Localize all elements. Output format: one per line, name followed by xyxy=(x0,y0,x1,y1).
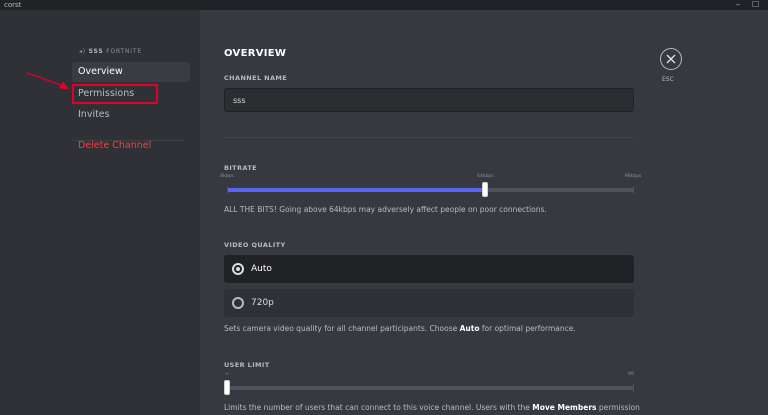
bitrate-fill xyxy=(227,188,486,192)
bitrate-max-label: 96kbps xyxy=(624,174,642,179)
user-limit-slider-handle[interactable] xyxy=(224,380,230,395)
guild-prefix: SSS xyxy=(88,48,104,55)
esc-label: ESC xyxy=(662,76,674,83)
bitrate-help-text: ALL THE BITS! Going above 64kbps may adv… xyxy=(224,205,547,214)
bitrate-slider-handle[interactable] xyxy=(482,182,489,197)
help-text-bold: Move Members xyxy=(532,403,597,412)
video-quality-help-text: Sets camera video quality for all channe… xyxy=(224,324,576,333)
bitrate-max-tick xyxy=(633,186,634,194)
user-limit-min-label: ∞ xyxy=(225,372,229,377)
user-limit-max-label: 99 xyxy=(628,372,634,377)
radio-checked-icon xyxy=(232,263,244,275)
page-title: OVERVIEW xyxy=(224,48,287,59)
help-text-bold: Auto xyxy=(459,324,480,333)
bitrate-slider[interactable]: 8kbps 64kbps 96kbps xyxy=(220,174,641,200)
video-quality-label: VIDEO QUALITY xyxy=(224,241,286,249)
radio-unchecked-icon xyxy=(232,297,244,309)
sidebar-item-permissions[interactable]: Permissions xyxy=(72,84,190,104)
help-text-part: for optimal performance. xyxy=(479,324,576,333)
user-limit-label: USER LIMIT xyxy=(224,361,270,369)
help-text-part: Limits the number of users that can conn… xyxy=(224,403,533,412)
guild-name: FORTNITE xyxy=(106,48,142,55)
minimize-icon[interactable]: – xyxy=(736,0,740,10)
user-limit-track[interactable] xyxy=(227,386,634,390)
close-button[interactable] xyxy=(660,48,682,70)
title-bar: corst – ☐ xyxy=(0,0,768,10)
bitrate-label: BITRATE xyxy=(224,164,258,172)
bitrate-min-label: 8kbps xyxy=(220,174,234,179)
section-divider xyxy=(224,137,634,138)
guild-label: ◂) SSS FORTNITE xyxy=(79,48,142,55)
video-quality-option-auto[interactable]: Auto xyxy=(224,255,634,283)
channel-name-label: CHANNEL NAME xyxy=(224,74,288,82)
channel-name-input[interactable] xyxy=(224,88,634,112)
video-quality-option-label: Auto xyxy=(251,264,272,274)
help-text-part: Sets camera video quality for all channe… xyxy=(224,324,460,333)
user-limit-slider[interactable]: ∞ 99 xyxy=(224,372,634,398)
sidebar-item-invites[interactable]: Invites xyxy=(72,105,190,125)
delete-channel-button[interactable]: Delete Channel xyxy=(72,136,190,156)
app-name: corst xyxy=(4,1,22,9)
help-text-part: permission xyxy=(596,403,640,412)
annotation-arrow-icon xyxy=(26,72,69,89)
video-quality-option-720p[interactable]: 720p xyxy=(224,289,634,317)
bitrate-mid-label: 64kbps xyxy=(477,174,494,179)
speaker-icon: ◂) xyxy=(79,48,89,55)
sidebar-item-overview[interactable]: Overview xyxy=(72,62,190,82)
close-icon xyxy=(666,54,676,64)
bitrate-min-tick xyxy=(227,186,228,194)
settings-content: OVERVIEW CHANNEL NAME BITRATE 8kbps 64kb… xyxy=(200,10,768,415)
settings-sidebar: ◂) SSS FORTNITE Overview Permissions Inv… xyxy=(0,10,200,415)
maximize-icon[interactable]: ☐ xyxy=(752,0,759,10)
user-limit-help-text: Limits the number of users that can conn… xyxy=(224,403,640,412)
user-limit-max-tick xyxy=(633,384,634,392)
video-quality-option-label: 720p xyxy=(251,298,274,308)
